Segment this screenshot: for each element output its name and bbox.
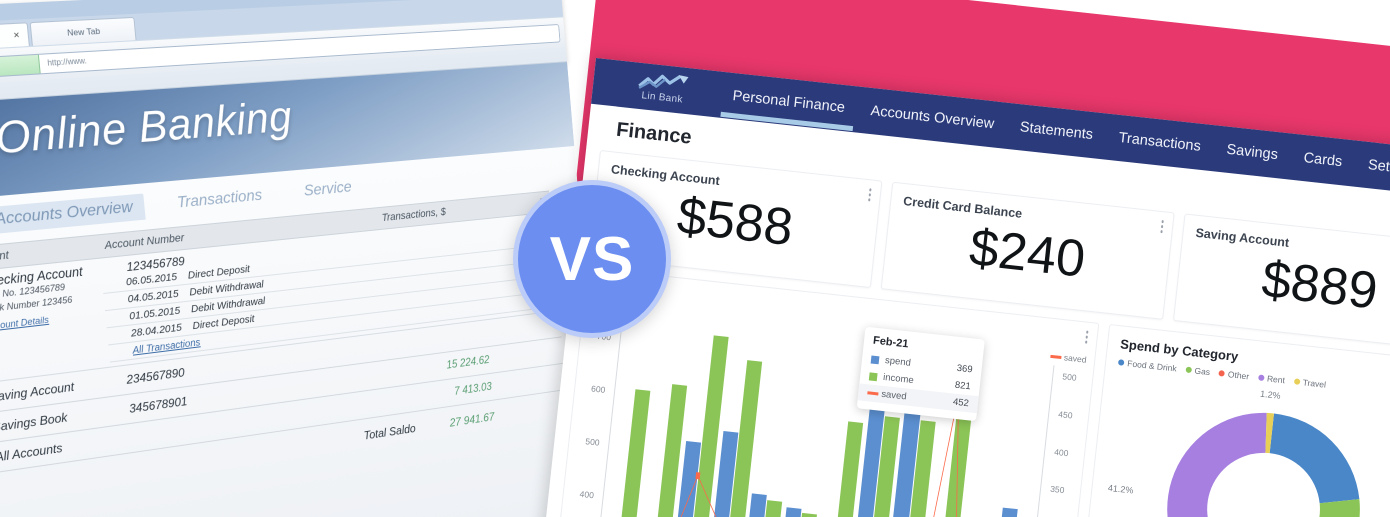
legend-swatch-icon (1293, 378, 1301, 385)
income-swatch-icon (868, 371, 878, 381)
saved-line-icon (1049, 354, 1062, 359)
legend-label: Travel (1302, 377, 1327, 390)
legend-item[interactable]: Rent (1257, 372, 1286, 386)
saved-legend-label: saved (1063, 352, 1088, 365)
tooltip-series-name: saved (880, 388, 908, 403)
nav-settings[interactable]: Settings (1364, 143, 1390, 193)
saved-line-icon (867, 391, 879, 396)
more-options-icon[interactable] (1159, 220, 1164, 233)
nav-savings[interactable]: Savings (1222, 128, 1282, 178)
account-details-link[interactable]: Account Details (0, 315, 49, 333)
legend-item[interactable]: Gas (1185, 365, 1211, 378)
chart-tooltip: Feb-21 spend 369 income 821 saved 452 (856, 326, 985, 422)
tooltip-series-value: 369 (956, 362, 974, 376)
legend-label: Other (1227, 369, 1250, 382)
browser-tab-new-label: New Tab (66, 25, 101, 38)
legend-swatch-icon (1218, 370, 1226, 377)
y-tick: 400 (579, 488, 595, 501)
y-tick: 500 (584, 436, 601, 448)
y-tick: 350 (1049, 484, 1065, 496)
accounts-table: Account Account Number Transactions, $ S… (0, 190, 568, 500)
tab-service[interactable]: Service (292, 174, 363, 205)
legend-label: Gas (1194, 365, 1211, 378)
y-tick: 400 (1053, 446, 1069, 458)
y-tick: 500 (1061, 371, 1078, 383)
chart-plot-area: saved 700 600 500 400 300 500 450 (562, 315, 1088, 517)
spend-swatch-icon (870, 354, 880, 364)
legend-item[interactable]: Travel (1293, 376, 1327, 390)
nav-transactions[interactable]: Transactions (1114, 116, 1205, 169)
secure-site-badge: Bank (0, 54, 41, 79)
total-saldo-value: 27 941.67 (449, 409, 495, 430)
tooltip-series-value: 452 (952, 396, 970, 410)
legend-item[interactable]: Food & Drink (1118, 357, 1178, 374)
legend-swatch-icon (1118, 359, 1125, 366)
donut-label-travel: 1.2% (1259, 388, 1282, 401)
online-banking-body: Accounts Overview Transactions Service A… (0, 145, 606, 517)
more-options-icon[interactable] (867, 188, 872, 201)
more-options-icon[interactable] (1084, 330, 1089, 344)
legend-item[interactable]: Other (1218, 368, 1250, 382)
tab-accounts-overview[interactable]: Accounts Overview (0, 193, 146, 235)
spend-by-category-panel: Spend by Category Food & Drink Gas Other Re… (1077, 324, 1390, 517)
url-text: http://www. (46, 56, 88, 68)
vs-label: VS (549, 224, 635, 294)
y-tick: 600 (590, 383, 606, 395)
vs-badge: VS (513, 180, 671, 338)
legend-swatch-icon (1185, 366, 1192, 374)
legend-label: Rent (1266, 373, 1286, 386)
y-tick: 450 (1057, 408, 1074, 421)
checking-account-info: Checking Account Acc. No. 123456789 Bank… (0, 263, 110, 380)
total-saldo-label: Total Saldo (363, 421, 417, 443)
tooltip-series-value: 821 (954, 379, 972, 393)
tab-transactions[interactable]: Transactions (164, 182, 274, 218)
online-banking-title: Online Banking (0, 92, 294, 164)
donut-chart: 1.2% 21.6% 14.4% 41.2% (1092, 375, 1390, 517)
legend-swatch-icon (1257, 374, 1265, 382)
nav-statements[interactable]: Statements (1016, 105, 1098, 157)
donut-svg (1167, 412, 1361, 517)
saved-legend: saved (1049, 351, 1087, 365)
nav-cards[interactable]: Cards (1299, 136, 1346, 184)
comparison-graphic: ...ser ...ing × New Tab ✕ Bank http://w (0, 0, 1390, 517)
legend-label: Food & Drink (1126, 358, 1178, 374)
brand-logo[interactable]: Lin Bank (602, 67, 725, 110)
close-icon[interactable]: × (13, 29, 20, 41)
